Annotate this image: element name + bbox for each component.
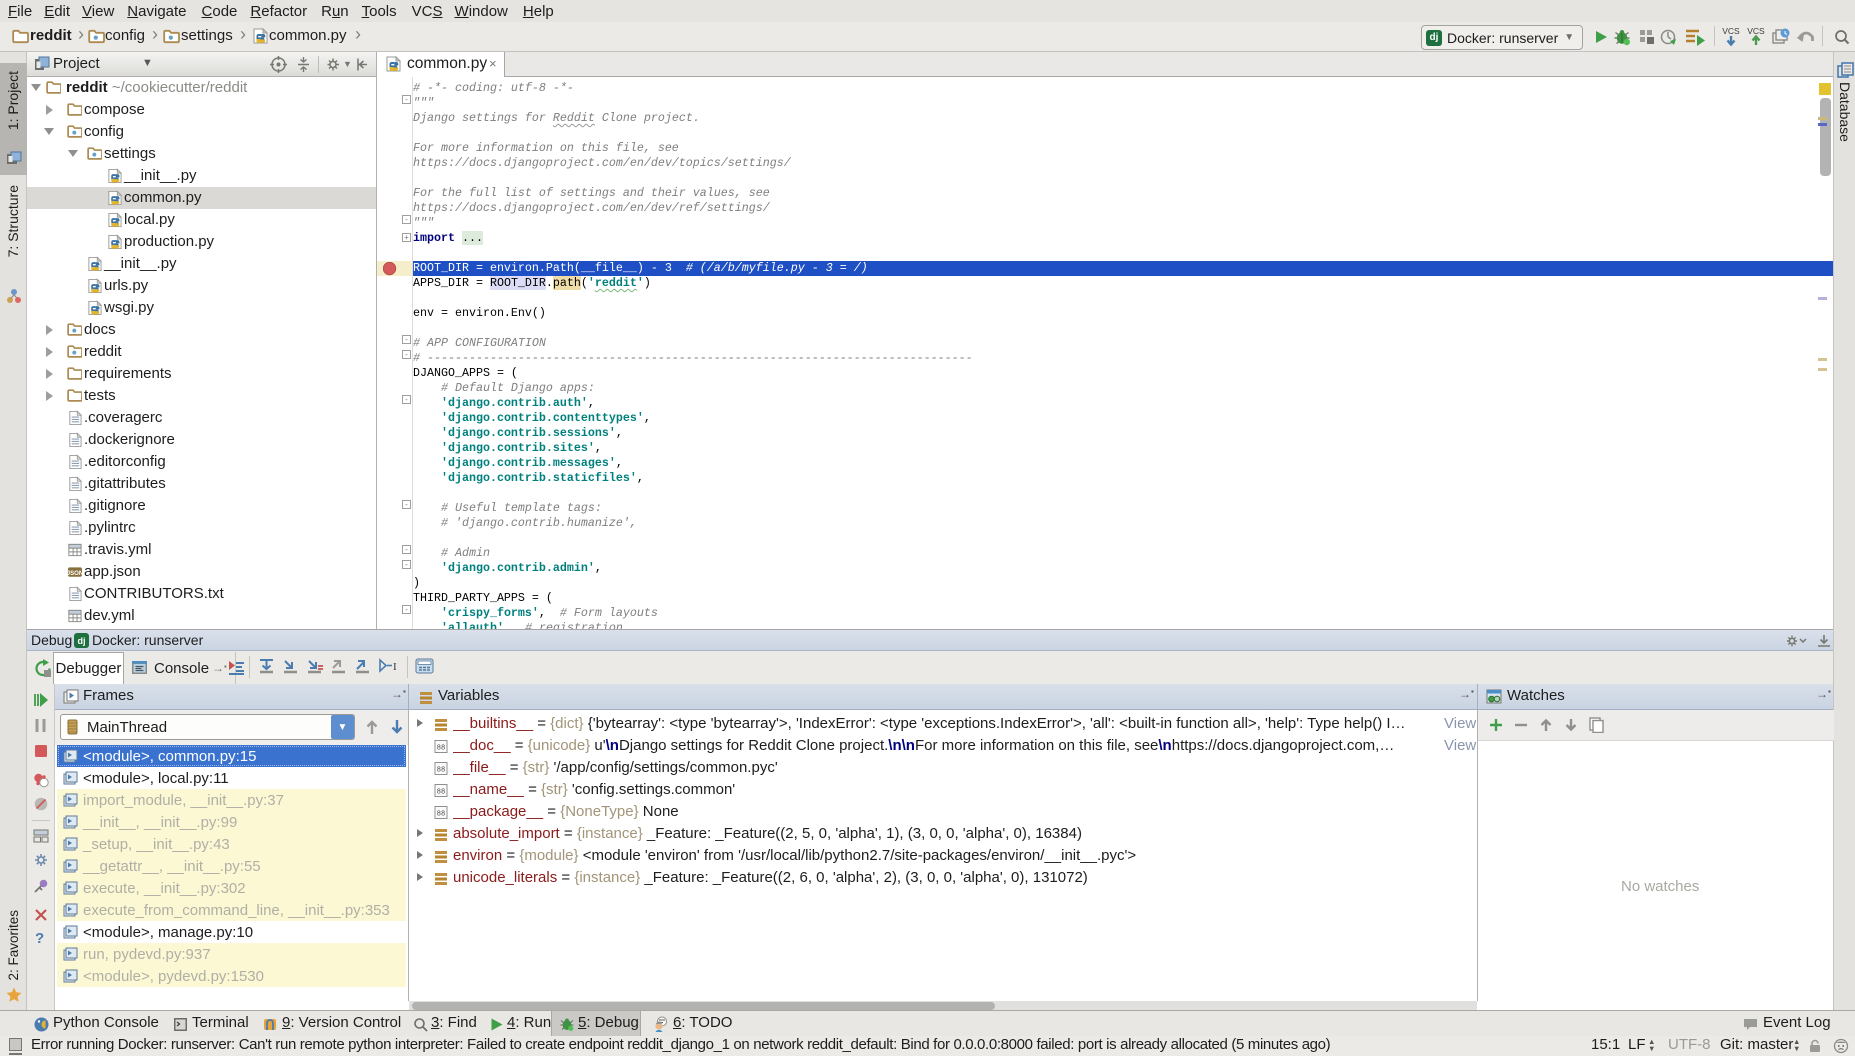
svg-text:VCS: VCS <box>1747 26 1765 36</box>
svg-text:VCS: VCS <box>1722 26 1740 36</box>
svg-text:I: I <box>393 661 397 673</box>
